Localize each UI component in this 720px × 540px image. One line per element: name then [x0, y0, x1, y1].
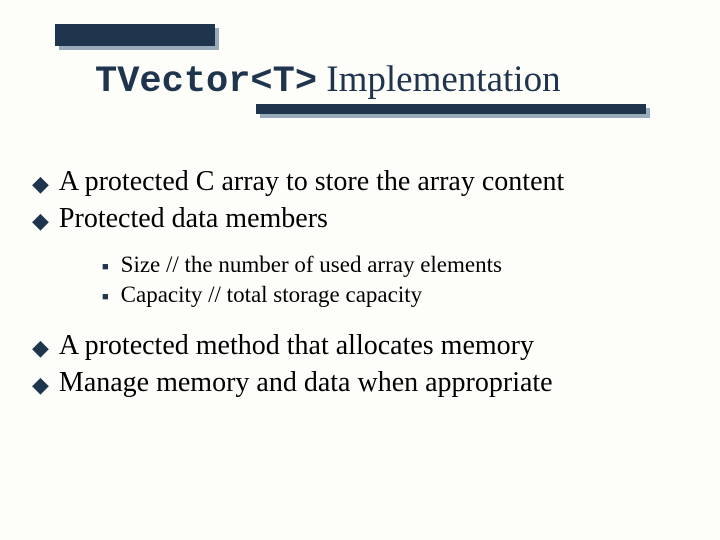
list-item: ◆ Protected data members [32, 201, 692, 236]
square-bullet-icon: ■ [102, 290, 109, 304]
list-item: ◆ Manage memory and data when appropriat… [32, 365, 692, 400]
bullet-text: A protected method that allocates memory [59, 328, 534, 363]
title-rest: Implementation [317, 59, 561, 100]
diamond-bullet-icon: ◆ [32, 207, 49, 235]
title-bar [55, 24, 215, 46]
title-underline [256, 104, 646, 114]
list-item: ◆ A protected method that allocates memo… [32, 328, 692, 363]
diamond-bullet-icon: ◆ [32, 334, 49, 362]
bullet-text: Capacity // total storage capacity [121, 280, 422, 310]
diamond-bullet-icon: ◆ [32, 170, 49, 198]
bullet-text: Size // the number of used array element… [121, 250, 502, 280]
list-item: ■ Size // the number of used array eleme… [102, 250, 692, 280]
square-bullet-icon: ■ [102, 260, 109, 274]
title-code: TVector<T> [95, 61, 317, 103]
bullet-text: A protected C array to store the array c… [59, 164, 564, 199]
slide-content: ◆ A protected C array to store the array… [32, 164, 692, 402]
sub-list: ■ Size // the number of used array eleme… [102, 250, 692, 310]
bullet-text: Manage memory and data when appropriate [59, 365, 553, 400]
list-item: ◆ A protected C array to store the array… [32, 164, 692, 199]
list-item: ■ Capacity // total storage capacity [102, 280, 692, 310]
slide-title: TVector<T> Implementation [95, 58, 561, 103]
diamond-bullet-icon: ◆ [32, 371, 49, 399]
bullet-text: Protected data members [59, 201, 328, 236]
